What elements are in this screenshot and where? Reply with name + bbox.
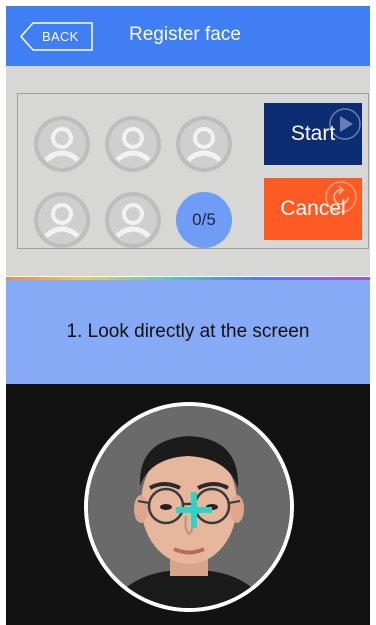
back-label: BACK	[42, 29, 79, 44]
person-avatar-icon	[105, 116, 161, 172]
face-slot-3	[176, 116, 232, 172]
cancel-label: Cancel	[280, 197, 346, 220]
person-avatar-icon	[176, 116, 232, 172]
back-button[interactable]: BACK	[20, 22, 94, 51]
page-title: Register face	[129, 24, 241, 45]
instruction-banner: 1. Look directly at the screen	[6, 280, 370, 384]
face-slot-2	[105, 116, 161, 172]
instruction-text: 1. Look directly at the screen	[66, 321, 310, 342]
face-slot-4	[34, 192, 90, 248]
start-button[interactable]: Start	[264, 103, 362, 165]
face-slot-5	[105, 192, 161, 248]
header-bar: BACK Register face	[6, 6, 370, 66]
person-avatar-icon	[105, 192, 161, 248]
person-avatar-icon	[34, 116, 90, 172]
cancel-button[interactable]: Cancel	[264, 178, 362, 240]
capture-counter: 0/5	[176, 192, 232, 248]
start-label: Start	[290, 122, 336, 145]
person-avatar-icon	[34, 192, 90, 248]
camera-preview	[6, 384, 370, 625]
app-frame: BACK Register face 0/5 Start Cancel 1. L…	[6, 6, 370, 625]
crosshair-icon	[176, 492, 212, 528]
face-slot-1	[34, 116, 90, 172]
